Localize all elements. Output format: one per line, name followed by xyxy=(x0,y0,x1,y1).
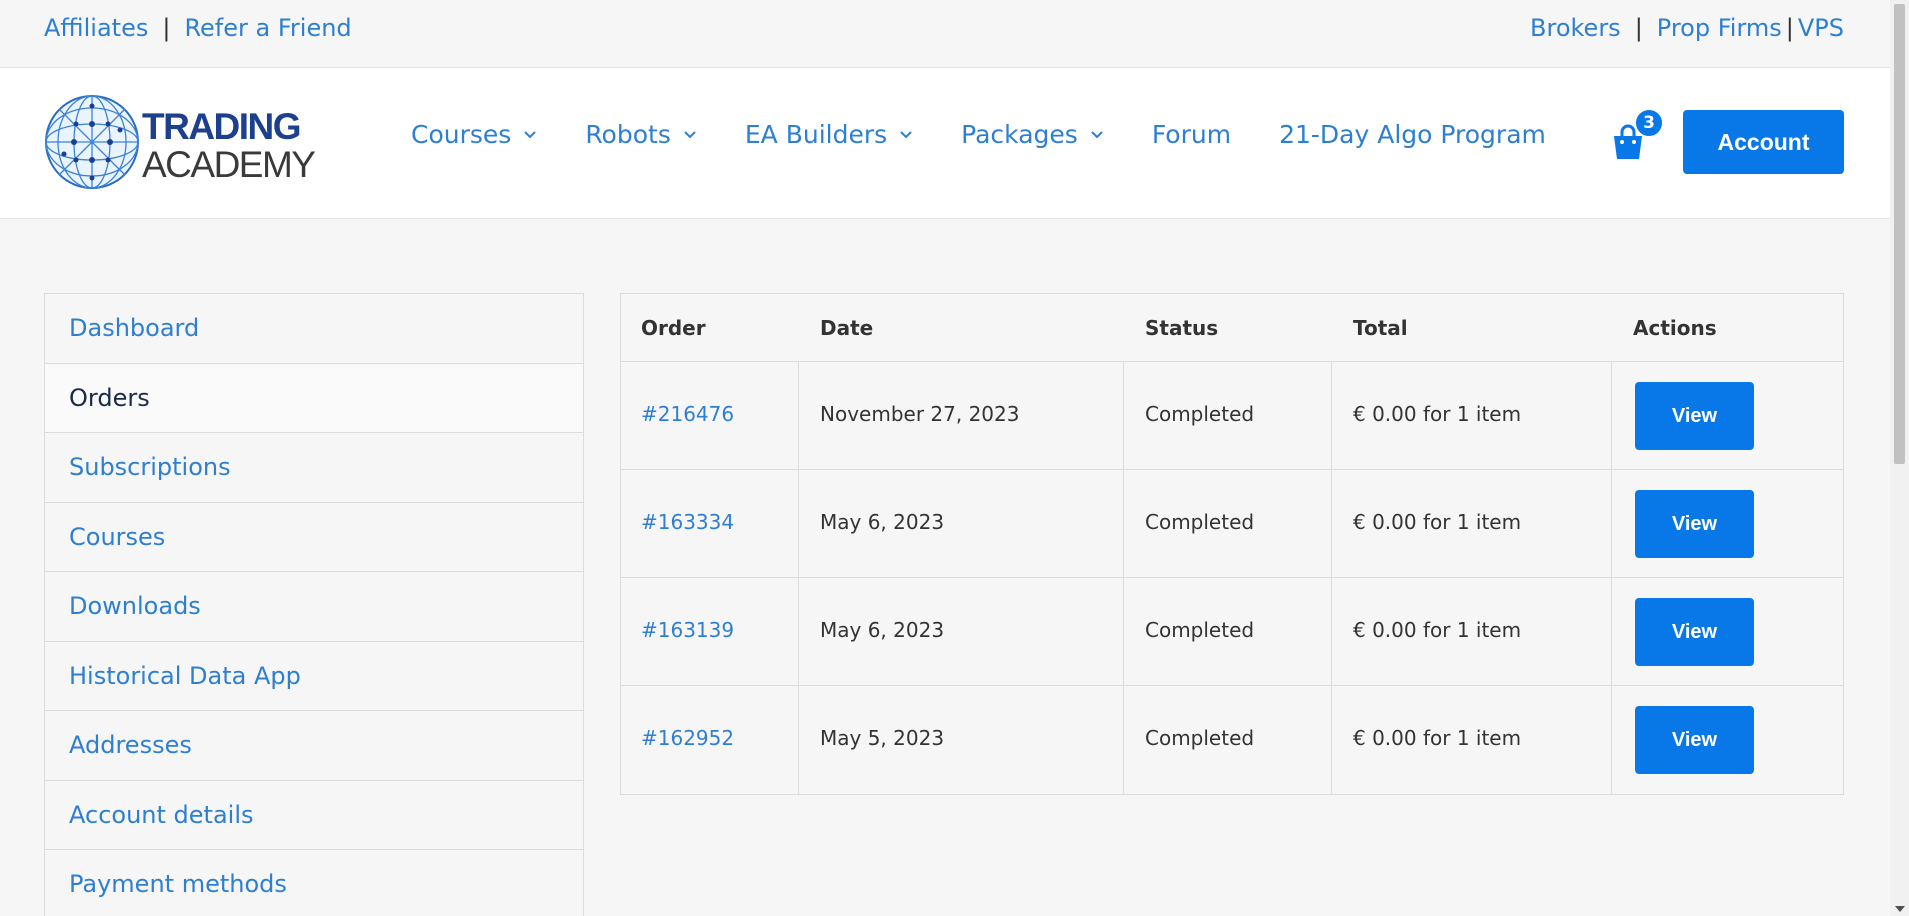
sidebar-item-subscriptions[interactable]: Subscriptions xyxy=(45,433,583,503)
order-date: May 6, 2023 xyxy=(820,618,945,642)
nav-forum[interactable]: Forum xyxy=(1152,120,1231,149)
order-status: Completed xyxy=(1145,726,1255,750)
main-nav: Courses Robots EA Builders Packages Foru… xyxy=(411,120,1594,149)
table-row: #163334 May 6, 2023 Completed € 0.00 for… xyxy=(621,470,1843,578)
nav-robots[interactable]: Robots xyxy=(585,120,697,149)
column-header-status: Status xyxy=(1145,316,1219,340)
account-button[interactable]: Account xyxy=(1683,110,1844,174)
affiliates-link[interactable]: Affiliates xyxy=(44,14,148,42)
chevron-down-icon xyxy=(1091,130,1103,138)
order-date: May 5, 2023 xyxy=(820,726,945,750)
nav-label: Forum xyxy=(1151,120,1232,149)
nav-label: 21-Day Algo Program xyxy=(1279,120,1546,149)
chevron-down-icon xyxy=(524,130,537,138)
prop-firms-link[interactable]: Prop Firms xyxy=(1657,14,1782,42)
nav-label: Robots xyxy=(585,120,671,149)
order-total: € 0.00 for 1 item xyxy=(1353,726,1522,750)
table-row: #163139 May 6, 2023 Completed € 0.00 for… xyxy=(621,578,1843,686)
table-row: #162952 May 5, 2023 Completed € 0.00 for… xyxy=(621,686,1843,794)
site-header: TRADING ACADEMY Courses Robots EA Builde… xyxy=(0,68,1890,219)
logo-line1: TRADING xyxy=(142,106,302,147)
view-order-button[interactable]: View xyxy=(1635,382,1754,450)
order-date: May 6, 2023 xyxy=(820,510,945,534)
scrollbar-thumb[interactable] xyxy=(1894,4,1905,464)
order-number-link[interactable]: #162952 xyxy=(641,726,734,750)
nav-ea-builders[interactable]: EA Builders xyxy=(745,120,913,149)
separator: | xyxy=(162,14,171,42)
nav-packages[interactable]: Packages xyxy=(961,120,1104,149)
order-total: € 0.00 for 1 item xyxy=(1353,510,1522,534)
scroll-down-arrow-icon[interactable] xyxy=(1895,906,1905,912)
order-status: Completed xyxy=(1145,402,1255,426)
nav-21-day-algo-program[interactable]: 21-Day Algo Program xyxy=(1279,120,1546,149)
order-number-link[interactable]: #163139 xyxy=(641,618,734,642)
refer-a-friend-link[interactable]: Refer a Friend xyxy=(184,14,351,42)
order-number-link[interactable]: #163334 xyxy=(641,510,734,534)
table-row: #216476 November 27, 2023 Completed € 0.… xyxy=(621,362,1843,470)
sidebar-item-downloads[interactable]: Downloads xyxy=(45,572,583,642)
brokers-link[interactable]: Brokers xyxy=(1530,14,1621,42)
nav-label: EA Builders xyxy=(744,120,888,149)
view-order-button[interactable]: View xyxy=(1635,598,1754,666)
order-number-link[interactable]: #216476 xyxy=(641,402,734,426)
logo-line2: ACADEMY xyxy=(142,144,316,185)
sidebar-item-historical-data-app[interactable]: Historical Data App xyxy=(45,642,583,711)
logo[interactable]: TRADING ACADEMY xyxy=(44,94,316,192)
sidebar-item-orders[interactable]: Orders xyxy=(45,363,583,433)
separator: | xyxy=(1634,14,1643,42)
order-date: November 27, 2023 xyxy=(820,402,1020,426)
orders-table: Order Date Status Total Actions #216476 … xyxy=(620,293,1844,795)
column-header-total: Total xyxy=(1353,316,1408,340)
nav-courses[interactable]: Courses xyxy=(411,120,537,149)
vps-link[interactable]: VPS xyxy=(1798,14,1844,42)
order-total: € 0.00 for 1 item xyxy=(1353,402,1522,426)
account-sidebar: Dashboard Orders Subscriptions Courses D… xyxy=(44,293,584,916)
top-right-links: Brokers | Prop Firms | VPS xyxy=(1530,14,1844,42)
view-order-button[interactable]: View xyxy=(1635,490,1754,558)
sidebar-item-dashboard[interactable]: Dashboard xyxy=(45,294,583,364)
separator: | xyxy=(1785,14,1794,42)
sidebar-item-account-details[interactable]: Account details xyxy=(45,781,583,850)
table-header: Order Date Status Total Actions xyxy=(621,294,1843,362)
sidebar-item-payment-methods[interactable]: Payment methods xyxy=(45,850,583,916)
chevron-down-icon xyxy=(900,130,912,138)
column-header-date: Date xyxy=(820,316,874,340)
view-order-button[interactable]: View xyxy=(1635,706,1754,774)
sidebar-item-addresses[interactable]: Addresses xyxy=(45,711,583,781)
page-scrollbar[interactable] xyxy=(1890,0,1909,916)
globe-icon xyxy=(45,95,139,189)
chevron-down-icon xyxy=(684,130,696,138)
cart-count-badge: 3 xyxy=(1634,108,1664,138)
nav-label: Packages xyxy=(961,120,1078,149)
column-header-actions: Actions xyxy=(1633,316,1717,340)
order-status: Completed xyxy=(1145,618,1255,642)
top-left-links: Affiliates | Refer a Friend xyxy=(44,14,352,42)
order-total: € 0.00 for 1 item xyxy=(1353,618,1522,642)
top-utility-bar: Affiliates | Refer a Friend Brokers | Pr… xyxy=(0,0,1890,68)
nav-label: Courses xyxy=(411,120,512,149)
sidebar-item-courses[interactable]: Courses xyxy=(45,503,583,572)
order-status: Completed xyxy=(1145,510,1255,534)
column-header-order: Order xyxy=(641,316,706,340)
